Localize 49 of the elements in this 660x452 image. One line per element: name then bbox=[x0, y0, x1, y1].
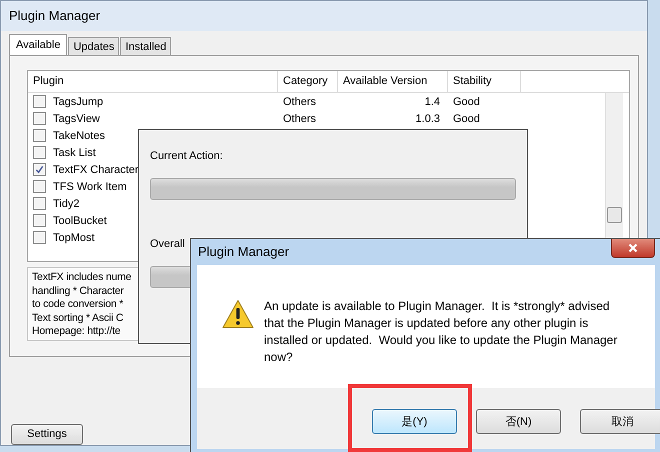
description-text: to code conversion * bbox=[32, 298, 124, 310]
window-title: Plugin Manager bbox=[1, 1, 647, 31]
category-cell: Others bbox=[283, 96, 316, 108]
stability-cell: Good bbox=[453, 96, 480, 108]
dialog-title: Plugin Manager bbox=[198, 244, 290, 260]
checkbox[interactable] bbox=[33, 231, 46, 244]
plugin-name: TopMost bbox=[53, 232, 95, 244]
column-header[interactable]: Stability bbox=[448, 71, 521, 92]
checkbox[interactable] bbox=[33, 214, 46, 227]
tab[interactable]: Installed bbox=[120, 37, 172, 55]
plugin-name: Tidy2 bbox=[53, 198, 80, 210]
checkbox[interactable] bbox=[33, 95, 46, 108]
column-header[interactable]: Available Version bbox=[338, 71, 448, 92]
checkbox[interactable] bbox=[33, 129, 46, 142]
plugin-name: TextFX Character bbox=[53, 164, 139, 176]
tab[interactable]: Available bbox=[9, 34, 68, 55]
plugin-name: TagsJump bbox=[53, 96, 104, 108]
settings-button[interactable]: Settings bbox=[11, 424, 83, 445]
version-cell: 1.4 bbox=[424, 96, 440, 108]
checkbox[interactable] bbox=[33, 197, 46, 210]
plugin-name: TagsView bbox=[53, 112, 100, 124]
dialog-button[interactable]: 取消 bbox=[580, 408, 660, 434]
plugin-name: Task List bbox=[53, 146, 96, 158]
description-text: TextFX includes nume bbox=[32, 271, 132, 283]
close-icon bbox=[628, 243, 638, 253]
dialog-button[interactable]: 是(Y) bbox=[372, 408, 457, 434]
checkbox[interactable] bbox=[33, 112, 46, 125]
checkbox[interactable] bbox=[33, 146, 46, 159]
column-header[interactable]: Category bbox=[278, 71, 338, 92]
checkbox[interactable] bbox=[33, 163, 46, 176]
checkbox[interactable] bbox=[33, 180, 46, 193]
warning-icon bbox=[222, 298, 254, 329]
description-text: Homepage: http://te bbox=[32, 325, 120, 337]
close-button[interactable] bbox=[611, 239, 655, 258]
dialog-button[interactable]: 否(N) bbox=[476, 408, 561, 434]
dialog-message: An update is available to Plugin Manager. It is *strongly* advised that the Plugin Manager is updated before any other plugin is installed or updated. Would you like to update the Plugin Manager now? bbox=[264, 298, 618, 366]
description-text: Text sorting * Ascii C bbox=[32, 312, 124, 324]
stability-cell: Good bbox=[453, 112, 480, 124]
scroll-thumb[interactable] bbox=[607, 207, 622, 223]
plugin-name: ToolBucket bbox=[53, 214, 107, 226]
tab[interactable]: Updates bbox=[68, 37, 120, 55]
current-action-label: Current Action: bbox=[150, 150, 223, 162]
plugin-name: TakeNotes bbox=[53, 130, 105, 142]
plugin-name: TFS Work Item bbox=[53, 180, 127, 192]
overall-progress-label: Overall bbox=[150, 238, 185, 250]
column-header[interactable]: Plugin bbox=[28, 71, 278, 92]
category-cell: Others bbox=[283, 112, 316, 124]
version-cell: 1.0.3 bbox=[416, 112, 440, 124]
description-text: handling * Character bbox=[32, 284, 124, 296]
